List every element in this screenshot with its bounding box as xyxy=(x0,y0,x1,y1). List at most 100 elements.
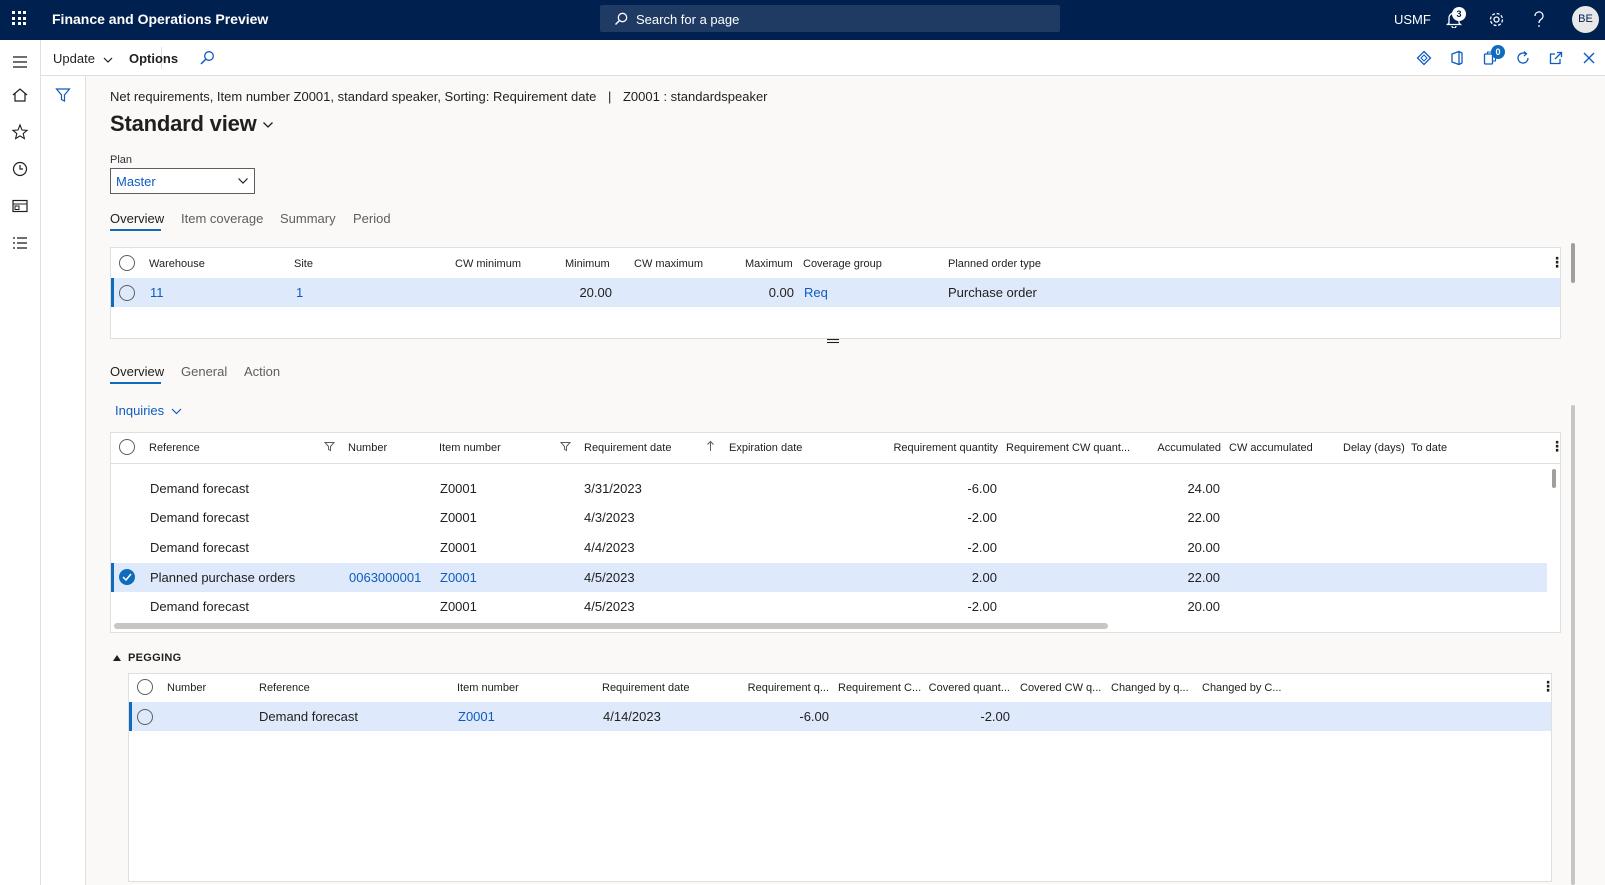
cell-item-number: Z0001 xyxy=(440,481,477,496)
search-icon xyxy=(614,12,628,26)
cell-requirement-date: 4/5/2023 xyxy=(584,570,635,585)
cell-accumulated: 20.00 xyxy=(1187,599,1220,614)
tab-summary[interactable]: Summary xyxy=(280,211,336,226)
header-reference[interactable]: Reference xyxy=(149,442,200,454)
header-divider xyxy=(111,463,1560,464)
header-changed-by-quantity[interactable]: Changed by q... xyxy=(1111,682,1189,694)
help-icon[interactable] xyxy=(1533,11,1545,28)
header-requirement-date[interactable]: Requirement date xyxy=(602,682,689,694)
header-cw-accumulated[interactable]: CW accumulated xyxy=(1229,442,1313,454)
refresh-icon[interactable] xyxy=(1515,50,1531,66)
row-select-checkbox[interactable] xyxy=(119,569,135,585)
company-picker[interactable]: USMF xyxy=(1394,12,1431,27)
header-maximum[interactable]: Maximum xyxy=(745,258,793,270)
view-selector[interactable]: Standard view xyxy=(110,111,274,137)
tab-general[interactable]: General xyxy=(181,364,227,379)
select-all-checkbox[interactable] xyxy=(119,439,135,455)
column-filter-icon[interactable] xyxy=(560,441,571,452)
requirements-grid-horizontal-scrollbar[interactable] xyxy=(114,623,1108,629)
tab-overview-underline xyxy=(110,229,161,231)
requirements-grid-options-icon[interactable]: ⋮ xyxy=(1550,438,1564,455)
chevron-down-icon xyxy=(263,122,274,129)
selected-row-indicator xyxy=(129,702,132,731)
header-requirement-cw-quantity[interactable]: Requirement CW quant... xyxy=(1006,442,1130,454)
modules-list-icon[interactable] xyxy=(11,234,29,252)
sort-ascending-icon[interactable] xyxy=(706,440,715,452)
office-icon[interactable] xyxy=(1449,50,1465,66)
cell-coverage-group[interactable]: Req xyxy=(804,285,828,300)
table-row[interactable] xyxy=(111,563,1547,592)
pegging-section-title[interactable]: PEGGING xyxy=(128,652,181,664)
header-covered-quantity[interactable]: Covered quant... xyxy=(920,682,1010,694)
header-item-number[interactable]: Item number xyxy=(439,442,501,454)
header-requirement-quantity[interactable]: Requirement q... xyxy=(724,682,829,694)
action-search-icon[interactable] xyxy=(199,50,215,66)
column-filter-icon[interactable] xyxy=(324,441,335,452)
hamburger-menu-icon[interactable] xyxy=(11,53,29,71)
requirements-grid-vertical-scrollbar[interactable] xyxy=(1552,469,1556,488)
collapse-triangle-icon[interactable] xyxy=(113,655,121,661)
selected-row-indicator xyxy=(111,278,114,307)
select-all-checkbox[interactable] xyxy=(119,255,135,271)
app-launcher-icon[interactable] xyxy=(12,11,26,25)
header-number[interactable]: Number xyxy=(167,682,206,694)
header-cw-maximum[interactable]: CW maximum xyxy=(634,258,703,270)
header-minimum[interactable]: Minimum xyxy=(565,258,610,270)
header-warehouse[interactable]: Warehouse xyxy=(149,258,205,270)
header-delay-days[interactable]: Delay (days) xyxy=(1343,442,1405,454)
header-accumulated[interactable]: Accumulated xyxy=(1130,442,1221,454)
header-item-number[interactable]: Item number xyxy=(457,682,519,694)
cell-number[interactable]: 0063000001 xyxy=(349,570,421,585)
cell-site[interactable]: 1 xyxy=(296,285,303,300)
page-scrollbar[interactable] xyxy=(1571,405,1575,885)
select-all-checkbox[interactable] xyxy=(137,679,153,695)
header-covered-cw-quantity[interactable]: Covered CW q... xyxy=(1020,682,1101,694)
header-expiration-date[interactable]: Expiration date xyxy=(729,442,802,454)
cell-reference: Planned purchase orders xyxy=(150,570,296,585)
header-site[interactable]: Site xyxy=(294,258,313,270)
open-in-new-window-icon[interactable] xyxy=(1548,50,1564,66)
coverage-grid-scrollbar[interactable] xyxy=(1571,243,1575,283)
filter-icon[interactable] xyxy=(55,87,71,103)
plan-dropdown[interactable]: Master xyxy=(110,168,255,194)
gear-icon[interactable] xyxy=(1488,11,1505,28)
header-requirement-date[interactable]: Requirement date xyxy=(584,442,671,454)
header-number[interactable]: Number xyxy=(348,442,387,454)
user-avatar[interactable]: BE xyxy=(1572,6,1599,33)
header-requirement-cw-quantity[interactable]: Requirement C... xyxy=(838,682,921,694)
header-coverage-group[interactable]: Coverage group xyxy=(803,258,882,270)
search-box[interactable]: Search for a page xyxy=(600,5,1060,32)
row-select-checkbox[interactable] xyxy=(137,709,153,725)
app-title[interactable]: Finance and Operations Preview xyxy=(52,11,268,27)
coverage-grid-options-icon[interactable]: ⋮ xyxy=(1550,254,1564,271)
pegging-grid-options-icon[interactable]: ⋮ xyxy=(1541,678,1555,695)
update-menu-button[interactable]: Update xyxy=(53,51,113,66)
row-select-checkbox[interactable] xyxy=(119,285,135,301)
cell-item-number[interactable]: Z0001 xyxy=(458,709,495,724)
selected-row-indicator xyxy=(111,563,114,592)
cell-item-number[interactable]: Z0001 xyxy=(440,570,477,585)
header-to-date[interactable]: To date xyxy=(1411,442,1447,454)
tab-overview[interactable]: Overview xyxy=(110,211,164,226)
close-icon[interactable] xyxy=(1582,51,1596,65)
tab-item-coverage[interactable]: Item coverage xyxy=(181,211,263,226)
tab-period[interactable]: Period xyxy=(353,211,391,226)
header-planned-order-type[interactable]: Planned order type xyxy=(948,258,1041,270)
options-button[interactable]: Options xyxy=(129,51,178,66)
tab-lower-overview[interactable]: Overview xyxy=(110,364,164,379)
workspaces-icon[interactable] xyxy=(11,197,29,215)
home-icon[interactable] xyxy=(11,86,29,104)
cell-warehouse[interactable]: 11 xyxy=(150,285,164,300)
power-apps-icon[interactable] xyxy=(1416,50,1432,66)
header-reference[interactable]: Reference xyxy=(259,682,310,694)
header-changed-by-cw[interactable]: Changed by C... xyxy=(1202,682,1282,694)
header-cw-minimum[interactable]: CW minimum xyxy=(455,258,521,270)
table-row[interactable] xyxy=(111,278,1560,307)
inquiries-menu-button[interactable]: Inquiries xyxy=(115,403,182,418)
cell-requirement-date: 4/3/2023 xyxy=(584,510,635,525)
recent-clock-icon[interactable] xyxy=(11,160,29,178)
splitter-handle-icon[interactable] xyxy=(826,338,840,344)
header-requirement-quantity[interactable]: Requirement quantity xyxy=(860,442,998,454)
favorites-star-icon[interactable] xyxy=(11,123,29,141)
tab-action[interactable]: Action xyxy=(244,364,280,379)
